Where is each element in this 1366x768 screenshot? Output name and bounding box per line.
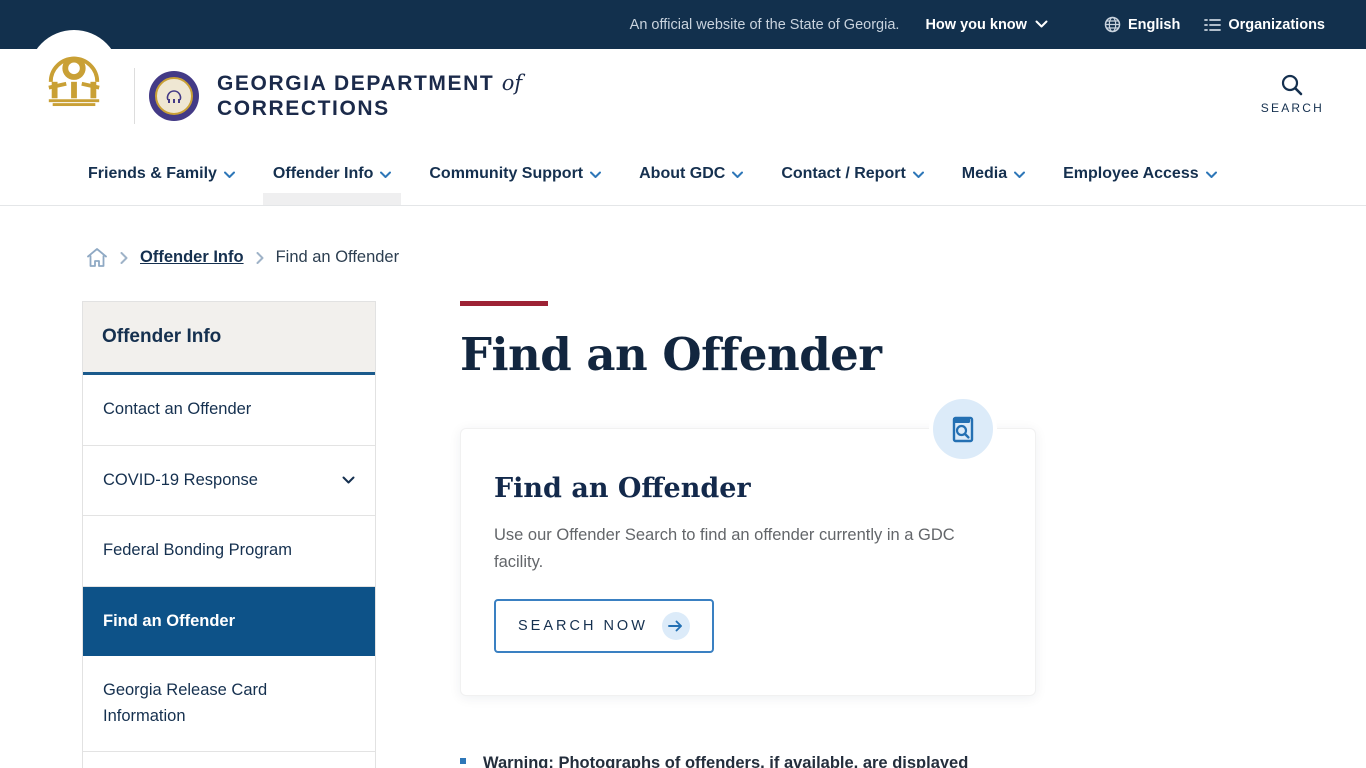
nav-item-about-gdc[interactable]: About GDC [633,143,749,205]
nav-item-employee-access[interactable]: Employee Access [1057,143,1222,205]
chevron-down-icon [912,171,924,179]
list-icon [1204,18,1222,32]
agency-name-line1: GEORGIA DEPARTMENT [217,72,495,96]
sidebar-item-label: Georgia Release Card Information [103,681,268,725]
nav-label: Contact / Report [781,165,906,182]
section-sidebar: Offender Info Contact an Offender COVID-… [82,301,376,768]
nav-label: Employee Access [1063,165,1199,182]
language-label: English [1127,16,1181,33]
sidebar-item-label: COVID-19 Response [103,470,258,489]
home-icon[interactable] [86,247,108,268]
nav-label: Media [961,165,1008,182]
chevron-down-icon [1014,171,1026,179]
warning-text: Warning: Photographs of offenders, if av… [483,754,969,768]
nav-item-offender-info[interactable]: Offender Info [262,143,402,205]
gdc-seal-logo [149,71,199,121]
language-button[interactable]: English [1104,16,1180,33]
sidebar-item-label: Find an Offender [103,611,235,630]
chevron-down-icon [732,171,744,179]
site-header: GEORGIA DEPARTMENT of CORRECTIONS SEARCH [0,30,1366,143]
sidebar-item-incarcerated-veterans[interactable]: Incarcerated Veterans [83,752,375,768]
gov-topbar: An official website of the State of Geor… [0,0,1366,49]
sidebar-item-contact-an-offender[interactable]: Contact an Offender [83,375,375,446]
seal-emblem-icon [166,90,182,103]
nav-item-community-support[interactable]: Community Support [423,143,607,205]
document-search-icon [952,416,974,443]
nav-label: Community Support [429,165,584,182]
bullet-icon [460,758,466,765]
nav-label: Offender Info [272,165,374,182]
breadcrumb-current: Find an Offender [275,248,400,266]
nav-active-indicator [262,193,402,205]
nav-item-media[interactable]: Media [956,143,1031,205]
chevron-down-icon [1205,171,1217,179]
official-website-text: An official website of the State of Geor… [629,16,900,33]
chevron-down-icon [223,171,235,179]
warning-list-item: Warning: Photographs of offenders, if av… [460,751,1036,768]
content-area: Offender Info Contact an Offender COVID-… [0,301,1366,768]
nav-item-contact-report[interactable]: Contact / Report [775,143,929,205]
chevron-right-icon [120,251,128,264]
arch-icon [48,56,100,107]
page-title: Find an Offender [460,328,882,381]
chevron-down-icon [1035,20,1048,29]
chevron-down-icon [380,171,392,179]
agency-brand[interactable]: GEORGIA DEPARTMENT of CORRECTIONS [134,68,522,124]
header-search-button[interactable]: SEARCH [1261,73,1324,115]
agency-name: GEORGIA DEPARTMENT of CORRECTIONS [217,71,522,120]
sidebar-item-covid-19-response[interactable]: COVID-19 Response [83,445,375,517]
nav-label: About GDC [639,165,726,182]
breadcrumb: Offender Info Find an Offender [0,206,1366,268]
sidebar-item-federal-bonding-program[interactable]: Federal Bonding Program [83,516,375,587]
find-offender-card: Find an Offender Use our Offender Search… [460,395,1036,697]
nav-item-friends-family[interactable]: Friends & Family [82,143,241,205]
sidebar-item-label: Federal Bonding Program [103,541,292,560]
sidebar-title: Offender Info [83,302,375,375]
organizations-label: Organizations [1228,16,1325,33]
chevron-down-icon [590,171,602,179]
globe-icon [1104,16,1121,33]
sidebar-item-georgia-release-card-information[interactable]: Georgia Release Card Information [83,656,375,753]
search-icon [1280,73,1304,97]
main-column: Find an Offender Find an Offender Use ou… [460,301,1036,768]
title-accent-bar [460,301,548,306]
chevron-down-icon[interactable] [342,476,355,485]
main-navigation: Friends & Family Offender Info Community… [0,143,1366,206]
chevron-right-icon [256,251,264,264]
header-search-label: SEARCH [1260,101,1324,115]
card-title: Find an Offender [494,473,751,504]
how-you-know-label: How you know [925,16,1027,33]
breadcrumb-parent-link[interactable]: Offender Info [140,248,244,267]
document-search-badge [929,395,997,463]
organizations-button[interactable]: Organizations [1204,17,1325,33]
search-now-label: SEARCH NOW [518,618,648,635]
brand-divider [134,68,135,124]
arrow-right-icon [661,612,690,641]
card-description: Use our Offender Search to find an offen… [494,526,955,571]
agency-name-line2: CORRECTIONS [217,96,390,120]
how-you-know-button[interactable]: How you know [925,17,1048,33]
search-now-button[interactable]: SEARCH NOW [494,599,714,654]
georgia-arch-logo[interactable] [28,30,120,122]
sidebar-item-find-an-offender[interactable]: Find an Offender [83,586,375,657]
nav-label: Friends & Family [88,165,217,182]
sidebar-item-label: Contact an Offender [103,400,252,418]
agency-name-of: of [501,71,523,96]
